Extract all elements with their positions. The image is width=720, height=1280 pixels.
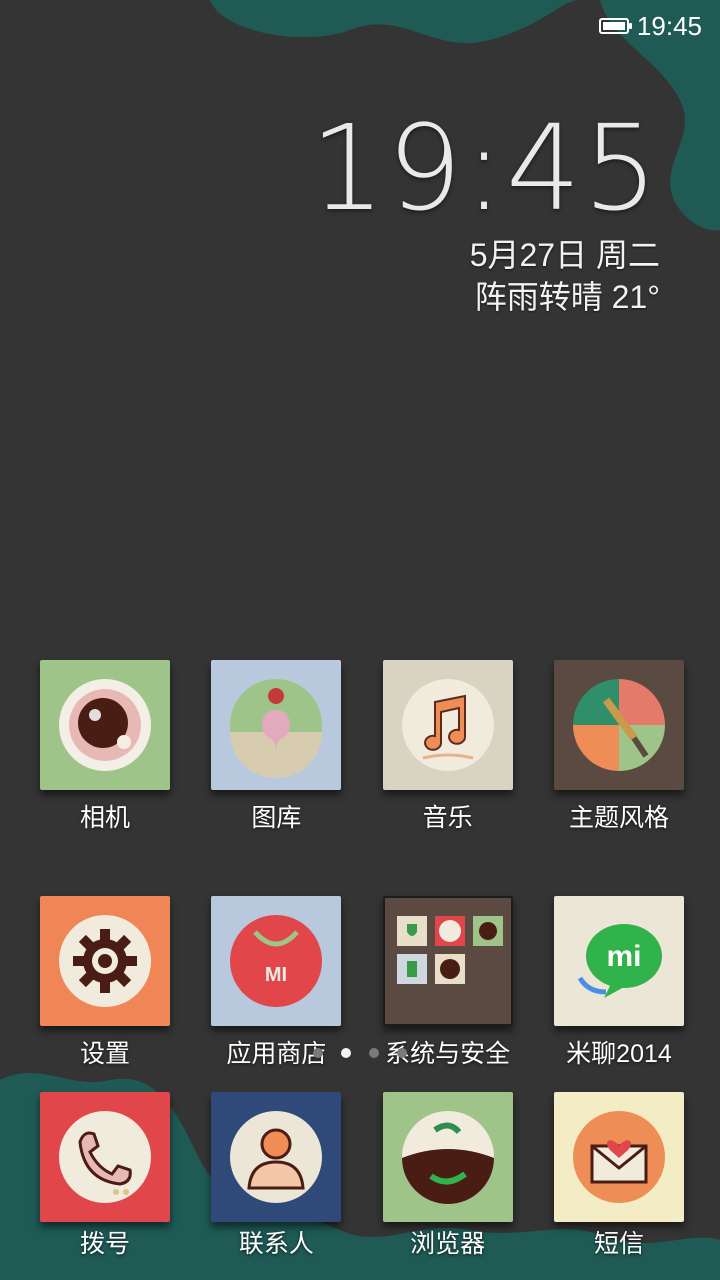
folder-icon [396,916,503,984]
phone-icon [59,1111,151,1203]
app-label: 相机 [79,804,130,832]
gallery-icon [230,679,323,778]
message-icon [572,1111,665,1203]
app-label: 图库 [251,804,302,832]
battery-full-icon [598,18,632,34]
theme-icon [572,679,665,771]
dock: 拨号 联系人 浏览器 短信 [22,1092,702,1260]
app-store-icon: MI [230,915,323,1007]
clock-date: 5月27日 周二 [469,237,660,273]
music-icon [401,679,494,771]
camera-icon [59,679,151,771]
svg-text:MI: MI [265,964,287,986]
settings-gear-icon [59,915,151,1007]
app-store[interactable]: MI 应用商店 [193,896,359,1070]
page-dot-active[interactable] [341,1048,351,1058]
weather-text[interactable]: 阵雨转晴 21° [310,276,660,318]
app-gallery[interactable]: 图库 [193,660,359,834]
miliao-icon: mi [577,924,662,998]
dock-app-contacts[interactable]: 联系人 [193,1092,359,1260]
contacts-icon [230,1111,323,1203]
app-label: 短信 [593,1230,644,1258]
page-indicator [0,1048,720,1058]
browser-icon [401,1111,494,1204]
app-label: 浏览器 [410,1230,486,1258]
page-dot[interactable] [369,1048,379,1058]
clock-time[interactable]: 19:45 [310,109,660,227]
app-music[interactable]: 音乐 [365,660,531,834]
app-miliao[interactable]: mi 米聊2014 [536,896,702,1070]
app-camera[interactable]: 相机 [22,660,188,834]
status-time: 19:45 [636,10,702,41]
app-theme[interactable]: 主题风格 [536,660,702,834]
dock-app-messages[interactable]: 短信 [536,1092,702,1260]
app-label: 主题风格 [568,804,669,832]
app-settings[interactable]: 设置 [22,896,188,1070]
app-label: 联系人 [238,1230,314,1258]
app-label: 拨号 [79,1230,130,1258]
dock-app-browser[interactable]: 浏览器 [365,1092,531,1260]
app-folder-system-security[interactable]: 系统与安全 [365,896,531,1070]
app-label: 音乐 [422,804,473,832]
app-row-2: 设置 MI 应用商店 系统与安全 mi 米聊2014 [22,896,702,1070]
page-dot[interactable] [397,1048,407,1058]
app-row-1: 相机 图库 音乐 主题风格 [22,660,702,834]
clock-widget[interactable]: 19:45 5月27日 周二 阵雨转晴 21° [310,109,660,318]
page-dot[interactable] [313,1048,323,1058]
home-app-grid: 相机 图库 音乐 主题风格 设置 MI 应用商店 系统与安全 mi 米聊2014 [22,660,702,1132]
svg-text:mi: mi [606,940,641,973]
dock-app-dialer[interactable]: 拨号 [22,1092,188,1260]
status-bar: 19:45 [598,0,720,52]
